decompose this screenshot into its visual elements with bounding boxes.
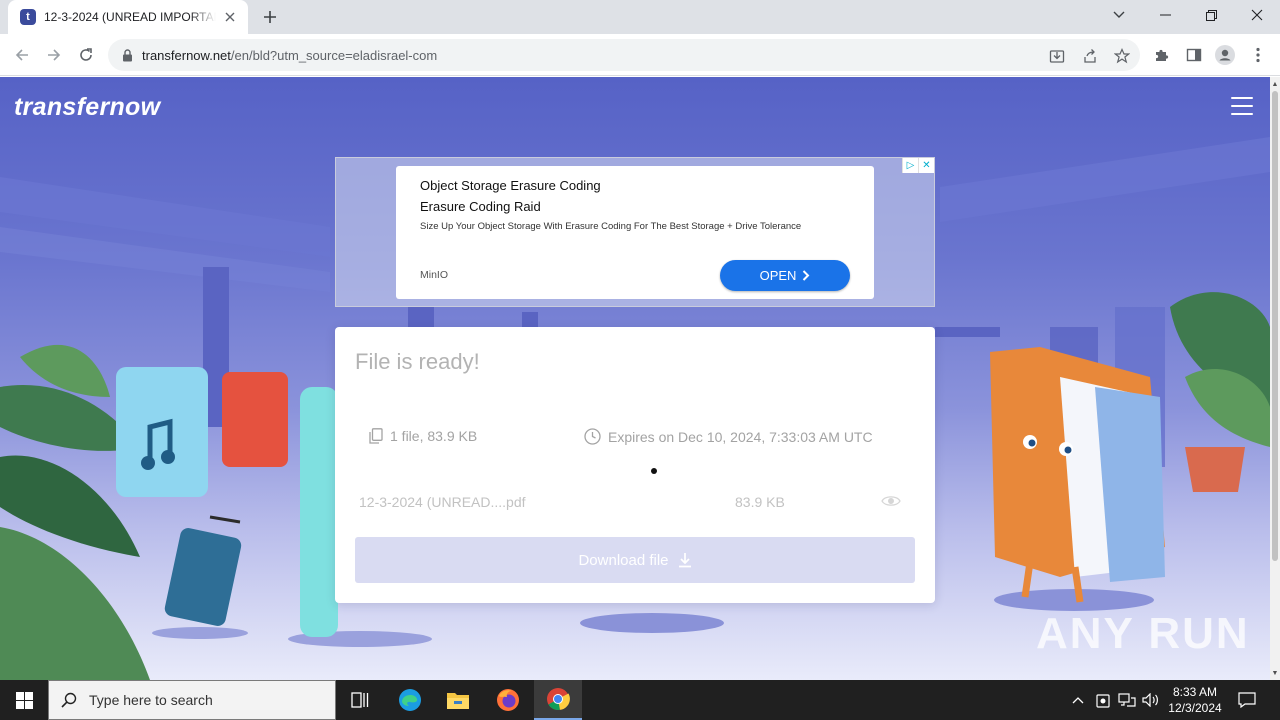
- scroll-thumb[interactable]: [1272, 91, 1278, 561]
- volume-icon[interactable]: [1141, 690, 1161, 710]
- clock-time: 8:33 AM: [1172, 685, 1218, 699]
- share-icon[interactable]: [1081, 47, 1099, 65]
- edge-browser-icon[interactable]: [386, 680, 434, 720]
- url-host: transfernow.net: [142, 47, 231, 63]
- ad-advertiser[interactable]: MinIO: [420, 269, 448, 281]
- card-title: File is ready!: [355, 349, 480, 374]
- anyrun-watermark: ANY RUN: [1036, 609, 1250, 658]
- restore-icon[interactable]: [1188, 0, 1234, 30]
- scroll-down-arrow-icon[interactable]: ▼: [1270, 668, 1280, 678]
- profile-avatar-icon[interactable]: [1215, 45, 1235, 65]
- web-page: transfernow ▷ ✕ Object Storage Erasure C…: [0, 77, 1270, 680]
- search-icon: [61, 692, 77, 708]
- taskbar-clock[interactable]: 8:33 AM 12/3/2024: [1160, 684, 1230, 716]
- ad-close-icon[interactable]: ✕: [918, 158, 934, 173]
- download-file-button[interactable]: Download file: [355, 537, 915, 583]
- browser-toolbar: transfernow.net/en/bld?utm_source=eladis…: [0, 34, 1280, 76]
- lock-icon[interactable]: [120, 48, 134, 62]
- minimize-icon[interactable]: [1142, 0, 1188, 30]
- firefox-icon[interactable]: [484, 680, 532, 720]
- extensions-puzzle-icon[interactable]: [1152, 45, 1172, 65]
- defender-tray-icon[interactable]: [1093, 690, 1113, 710]
- download-icon: [678, 553, 691, 568]
- install-app-icon[interactable]: [1048, 47, 1066, 65]
- chrome-icon[interactable]: [534, 680, 582, 720]
- tab-title: 12-3-2024 (UNREAD IMPORTANT: [44, 10, 216, 24]
- tab-search-chevron-icon[interactable]: [1096, 0, 1142, 30]
- file-size: 83.9 KB: [735, 494, 785, 510]
- close-window-icon[interactable]: [1234, 0, 1280, 30]
- url-text: transfernow.net/en/bld?utm_source=eladis…: [142, 48, 437, 63]
- notification-center-icon[interactable]: [1237, 690, 1257, 710]
- ad-choices: ▷ ✕: [902, 158, 934, 173]
- taskbar-search-placeholder: Type here to search: [89, 692, 213, 708]
- browser-tab[interactable]: t 12-3-2024 (UNREAD IMPORTANT: [8, 0, 248, 34]
- file-explorer-icon[interactable]: [434, 680, 482, 720]
- transfernow-favicon-icon: t: [20, 9, 36, 25]
- network-icon[interactable]: [1117, 690, 1137, 710]
- side-panel-icon[interactable]: [1184, 45, 1204, 65]
- ad-card[interactable]: Object Storage Erasure Coding Erasure Co…: [396, 166, 874, 299]
- address-bar[interactable]: transfernow.net/en/bld?utm_source=eladis…: [108, 39, 1140, 71]
- copy-files-icon: [369, 428, 383, 444]
- clock-date: 12/3/2024: [1168, 701, 1222, 715]
- advertisement: ▷ ✕ Object Storage Erasure Coding Erasur…: [335, 157, 935, 307]
- ad-headline-2[interactable]: Erasure Coding Raid: [420, 199, 541, 214]
- scroll-up-arrow-icon[interactable]: ▲: [1270, 79, 1280, 89]
- ad-choices-icon[interactable]: ▷: [902, 158, 918, 173]
- file-summary: 1 file, 83.9 KB: [369, 428, 477, 444]
- file-ready-card: File is ready! 1 file, 83.9 KB Expires o…: [335, 327, 935, 603]
- new-tab-icon[interactable]: [258, 6, 282, 28]
- file-summary-text: 1 file, 83.9 KB: [390, 428, 478, 444]
- ad-headline-1[interactable]: Object Storage Erasure Coding: [420, 178, 601, 193]
- loading-indicator: [651, 468, 657, 474]
- url-path: /en/bld?utm_source=eladisrael-com: [230, 47, 438, 63]
- back-icon[interactable]: [10, 43, 34, 67]
- eye-preview-icon[interactable]: [881, 493, 901, 509]
- windows-taskbar: Type here to search 8:33 AM 12/3/2024: [0, 680, 1280, 720]
- close-tab-icon[interactable]: [222, 9, 238, 25]
- ad-open-label: OPEN: [759, 268, 797, 283]
- page-scrollbar[interactable]: ▲ ▼: [1270, 77, 1280, 680]
- show-hidden-icons-icon[interactable]: [1068, 690, 1088, 710]
- windows-start-icon[interactable]: [0, 680, 48, 720]
- task-view-icon[interactable]: [336, 680, 384, 720]
- screen: t 12-3-2024 (UNREAD IMPORTANT transferno…: [0, 0, 1280, 720]
- bookmark-star-icon[interactable]: [1113, 47, 1131, 65]
- forward-icon[interactable]: [42, 43, 66, 67]
- ad-description: Size Up Your Object Storage With Erasure…: [420, 221, 802, 232]
- expiry-info: Expires on Dec 10, 2024, 7:33:03 AM UTC: [584, 428, 873, 445]
- kebab-menu-icon[interactable]: [1248, 45, 1268, 65]
- chevron-right-icon: [803, 270, 810, 281]
- file-name[interactable]: 12-3-2024 (UNREAD....pdf: [359, 494, 526, 510]
- ad-open-button[interactable]: OPEN: [720, 260, 850, 291]
- download-file-label: Download file: [578, 551, 669, 569]
- hamburger-menu-icon[interactable]: [1230, 97, 1254, 117]
- clock-icon: [584, 428, 601, 445]
- reload-icon[interactable]: [74, 43, 98, 67]
- transfernow-logo[interactable]: transfernow: [14, 93, 160, 122]
- taskbar-search-box[interactable]: Type here to search: [48, 680, 336, 720]
- tab-strip: t 12-3-2024 (UNREAD IMPORTANT: [0, 0, 1280, 34]
- expiry-text: Expires on Dec 10, 2024, 7:33:03 AM UTC: [608, 428, 873, 445]
